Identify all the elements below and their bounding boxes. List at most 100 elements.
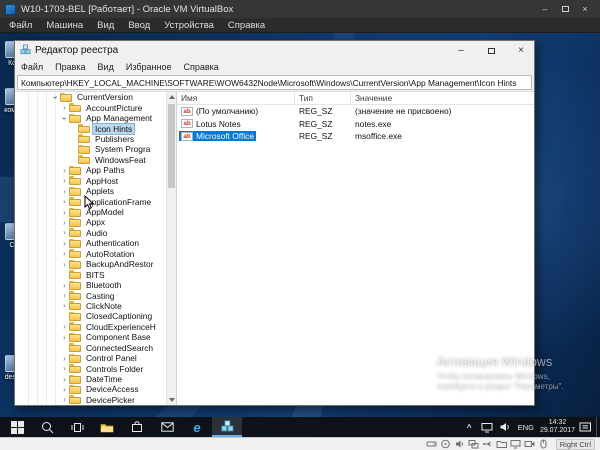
status-icon-network[interactable] bbox=[468, 439, 479, 449]
tree-item[interactable]: › DateTime bbox=[15, 374, 176, 384]
tree-item[interactable]: › Bluetooth bbox=[15, 280, 176, 290]
tree-item[interactable]: WindowsFeat bbox=[15, 155, 176, 165]
show-desktop-button[interactable] bbox=[596, 417, 599, 437]
tray-notifications-icon[interactable] bbox=[579, 421, 592, 433]
scroll-down-arrow-icon[interactable] bbox=[169, 398, 175, 402]
value-row[interactable]: ab Microsoft Office REG_SZ msoffice.exe bbox=[177, 130, 534, 143]
taskbar-icon-regedit[interactable] bbox=[212, 417, 242, 437]
tree-item[interactable]: › AppHost bbox=[15, 176, 176, 186]
status-icon-optical[interactable] bbox=[440, 439, 451, 449]
tree-item[interactable]: › Applets bbox=[15, 186, 176, 196]
column-header[interactable]: Имя bbox=[177, 92, 295, 104]
tree-item[interactable]: › Audio bbox=[15, 228, 176, 238]
tree-item[interactable]: › DevicePicker bbox=[15, 395, 176, 405]
tree-item[interactable]: Icon Hints bbox=[15, 122, 176, 135]
expander-icon[interactable]: › bbox=[60, 364, 69, 373]
tree-item[interactable]: › AutoRotation bbox=[15, 249, 176, 259]
expander-icon[interactable]: › bbox=[60, 166, 69, 175]
tree-item[interactable]: › DeviceAccess bbox=[15, 384, 176, 394]
tray-chevron-up-icon[interactable]: ^ bbox=[463, 423, 476, 432]
expander-icon[interactable]: › bbox=[60, 208, 69, 217]
vbox-menu-item[interactable]: Машина bbox=[39, 18, 90, 33]
regedit-titlebar[interactable]: Редактор реестра – × bbox=[15, 41, 534, 60]
status-icon-audio[interactable] bbox=[454, 439, 465, 449]
vbox-menu-item[interactable]: Устройства bbox=[157, 18, 221, 33]
regedit-menu-item[interactable]: Правка bbox=[49, 62, 91, 72]
status-icon-hdd[interactable] bbox=[426, 439, 437, 449]
expander-icon[interactable]: › bbox=[60, 218, 69, 227]
regedit-menu-item[interactable]: Вид bbox=[92, 62, 120, 72]
tree-item[interactable]: › App Management bbox=[15, 113, 176, 123]
expander-icon[interactable]: › bbox=[60, 197, 69, 206]
vbox-menu-item[interactable]: Файл bbox=[2, 18, 39, 33]
expander-icon[interactable]: › bbox=[51, 93, 60, 102]
regedit-close-button[interactable]: × bbox=[508, 41, 534, 60]
status-icon-shared-folders[interactable] bbox=[496, 439, 507, 449]
status-icon-display[interactable] bbox=[510, 439, 521, 449]
tree-item[interactable]: › ApplicationFrame bbox=[15, 196, 176, 207]
tree-item[interactable]: › AppModel bbox=[15, 207, 176, 217]
expander-icon[interactable]: › bbox=[60, 187, 69, 196]
vbox-menu-item[interactable]: Ввод bbox=[121, 18, 157, 33]
tree-item[interactable]: › Authentication bbox=[15, 238, 176, 248]
status-icon-mouse-integration[interactable] bbox=[538, 439, 549, 449]
taskbar-icon-start[interactable] bbox=[2, 417, 32, 437]
regedit-menu-item[interactable]: Справка bbox=[177, 62, 224, 72]
vbox-menu-item[interactable]: Вид bbox=[90, 18, 121, 33]
tree-item[interactable]: › Control Panel bbox=[15, 353, 176, 363]
tree-item[interactable]: BITS bbox=[15, 269, 176, 280]
tray-volume-icon[interactable] bbox=[499, 421, 512, 433]
language-indicator[interactable]: ENG bbox=[516, 423, 536, 432]
tree-item[interactable]: Publishers bbox=[15, 134, 176, 144]
expander-icon[interactable]: › bbox=[60, 291, 69, 300]
expander-icon[interactable]: › bbox=[60, 395, 69, 404]
vbox-titlebar[interactable]: W10-1703-BEL [Работает] - Oracle VM Virt… bbox=[0, 0, 600, 18]
vbox-minimize-button[interactable]: – bbox=[535, 0, 555, 18]
tree-item[interactable]: › Controls Folder bbox=[15, 363, 176, 374]
tree-item[interactable]: › Appx bbox=[15, 217, 176, 227]
tree-item[interactable]: › CurrentVersion bbox=[15, 92, 176, 102]
value-row[interactable]: ab (По умолчанию) REG_SZ (значение не присв… bbox=[177, 105, 534, 118]
expander-icon[interactable]: › bbox=[60, 260, 69, 269]
clock[interactable]: 14:32 29.07.2017 bbox=[540, 419, 575, 435]
column-header[interactable]: Тип bbox=[295, 92, 351, 104]
tree-item[interactable]: › Component Base bbox=[15, 332, 176, 342]
tree-item[interactable]: › ClickNote bbox=[15, 301, 176, 311]
vbox-maximize-button[interactable] bbox=[555, 0, 575, 18]
scroll-up-arrow-icon[interactable] bbox=[169, 95, 175, 99]
expander-icon[interactable]: › bbox=[60, 354, 69, 363]
tree-item[interactable]: › App Paths bbox=[15, 165, 176, 175]
taskbar-icon-mail[interactable] bbox=[152, 417, 182, 437]
expander-icon[interactable]: › bbox=[60, 333, 69, 342]
regedit-maximize-button[interactable] bbox=[478, 41, 504, 60]
taskbar-icon-file-explorer[interactable] bbox=[92, 417, 122, 437]
expander-icon[interactable]: › bbox=[60, 385, 69, 394]
regedit-address-input[interactable]: Компьютер\HKEY_LOCAL_MACHINE\SOFTWARE\WO… bbox=[17, 75, 532, 90]
regedit-menu-item[interactable]: Файл bbox=[15, 62, 49, 72]
vbox-menu-item[interactable]: Справка bbox=[221, 18, 272, 33]
tree-item[interactable]: ClosedCaptioning bbox=[15, 311, 176, 321]
tree-item[interactable]: ConnectedSearch bbox=[15, 343, 176, 353]
regedit-minimize-button[interactable]: – bbox=[448, 41, 474, 60]
tree-item[interactable]: › AccountPicture bbox=[15, 102, 176, 113]
value-row[interactable]: ab Lotus Notes REG_SZ notes.exe bbox=[177, 118, 534, 131]
expander-icon[interactable]: › bbox=[60, 322, 69, 331]
vbox-close-button[interactable]: × bbox=[575, 0, 595, 18]
expander-icon[interactable]: › bbox=[60, 228, 69, 237]
expander-icon[interactable]: › bbox=[60, 103, 69, 112]
expander-icon[interactable]: › bbox=[60, 281, 69, 290]
tree-scrollbar[interactable] bbox=[166, 92, 176, 405]
expander-icon[interactable]: › bbox=[60, 176, 69, 185]
scrollbar-thumb[interactable] bbox=[168, 104, 175, 188]
tree-item[interactable]: › Casting bbox=[15, 290, 176, 301]
expander-icon[interactable]: › bbox=[60, 249, 69, 258]
expander-icon[interactable]: › bbox=[60, 239, 69, 248]
tray-network-icon[interactable] bbox=[481, 421, 494, 433]
taskbar-icon-edge[interactable]: e bbox=[182, 417, 212, 437]
expander-icon[interactable]: › bbox=[60, 114, 69, 123]
tree-item[interactable]: › BackupAndRestor bbox=[15, 259, 176, 269]
taskbar-icon-search[interactable] bbox=[32, 417, 62, 437]
tree-item[interactable]: › CloudExperienceH bbox=[15, 322, 176, 332]
taskbar-icon-task-view[interactable] bbox=[62, 417, 92, 437]
tree-item[interactable]: System Progra bbox=[15, 144, 176, 154]
